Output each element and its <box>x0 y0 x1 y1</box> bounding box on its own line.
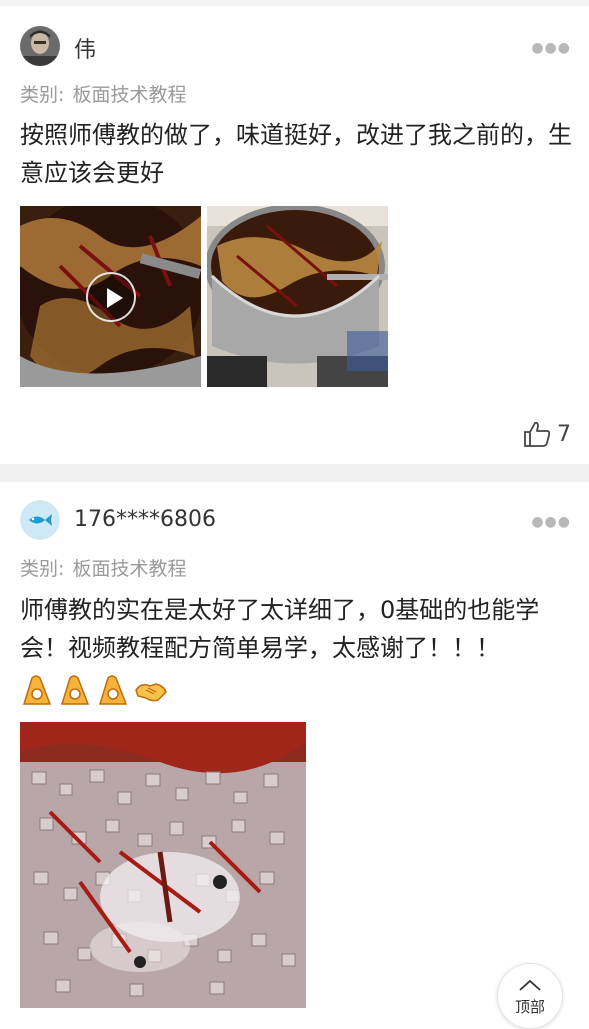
card-separator <box>0 464 589 482</box>
avatar[interactable] <box>20 500 60 540</box>
category-value: 板面技术教程 <box>72 558 187 580</box>
chevron-up-icon <box>519 979 541 991</box>
comment-text: 师傅教的实在是太好了太详细了，0基础的也能学会！视频教程配方简单易学，太感谢了！… <box>20 596 540 662</box>
category-label: 类别: <box>20 84 65 106</box>
avatar[interactable] <box>20 26 60 66</box>
ok-hand-icon <box>96 674 130 706</box>
emoji-row <box>20 674 168 706</box>
back-to-top-label: 顶部 <box>514 998 545 1016</box>
back-to-top-button[interactable]: 顶部 <box>497 963 563 1029</box>
category: 类别: 板面技术教程 <box>20 80 186 107</box>
category-value: 板面技术教程 <box>72 84 187 106</box>
more-options-icon[interactable]: ●●● <box>531 514 571 530</box>
like-button[interactable]: 7 <box>523 418 571 450</box>
comment-text: 按照师傅教的做了，味道挺好，改进了我之前的，生意应该会更好 <box>20 121 572 187</box>
username[interactable]: 176****6806 <box>74 507 216 532</box>
post-photo[interactable] <box>20 722 306 1008</box>
like-count: 7 <box>557 421 571 447</box>
play-icon[interactable] <box>85 271 136 322</box>
handshake-icon <box>134 674 168 706</box>
ok-hand-icon <box>20 674 54 706</box>
more-options-icon[interactable]: ●●● <box>531 40 571 56</box>
ok-hand-icon <box>58 674 92 706</box>
username[interactable]: 伟 <box>74 32 96 64</box>
category: 类别: 板面技术教程 <box>20 554 186 581</box>
video-thumbnail[interactable] <box>20 206 201 387</box>
comment-card: 伟 ●●● 类别: 板面技术教程 按照师傅教的做了，味道挺好，改进了我之前的，生… <box>0 6 589 464</box>
category-label: 类别: <box>20 558 65 580</box>
post-photo[interactable] <box>207 206 388 387</box>
thumbs-up-icon <box>524 421 551 447</box>
